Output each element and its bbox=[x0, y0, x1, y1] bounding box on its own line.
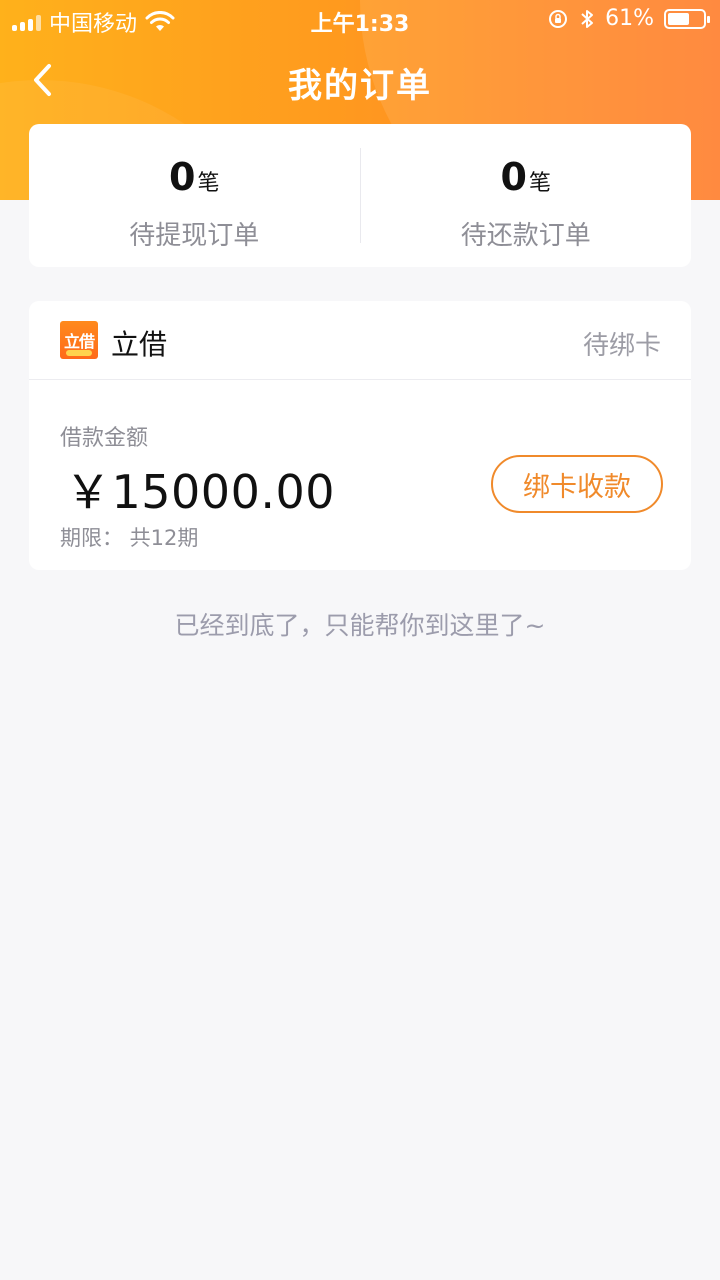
navigation-bar: 我的订单 bbox=[0, 44, 720, 116]
status-bar: 中国移动 上午1:33 61% bbox=[0, 0, 720, 40]
pending-repay-count: 0 bbox=[500, 155, 527, 199]
pending-repay-unit: 笔 bbox=[528, 171, 551, 196]
battery-icon bbox=[664, 8, 710, 29]
battery-percent: 61% bbox=[605, 6, 654, 31]
pending-repay-count-line: 0笔 bbox=[361, 154, 692, 207]
brand-logo: 立借 bbox=[60, 321, 98, 359]
battery-fill bbox=[668, 12, 689, 25]
pending-repay-summary[interactable]: 0笔 待还款订单 bbox=[361, 124, 692, 267]
status-right: 61% bbox=[547, 6, 710, 31]
order-summary-card: 0笔 待提现订单 0笔 待还款订单 bbox=[29, 124, 691, 267]
order-card[interactable]: 立借 立借 待绑卡 借款金额 ￥15000.00 期限： 共12期 绑卡收款 bbox=[29, 301, 691, 570]
pending-repay-label: 待还款订单 bbox=[460, 221, 591, 251]
bind-card-button[interactable]: 绑卡收款 bbox=[491, 455, 663, 513]
brand-logo-text: 立借 bbox=[63, 332, 95, 351]
pending-withdraw-count: 0 bbox=[169, 155, 196, 199]
page-title: 我的订单 bbox=[288, 66, 432, 106]
pending-withdraw-unit: 笔 bbox=[197, 171, 220, 196]
list-end-message: 已经到底了，只能帮你到这里了~ bbox=[174, 611, 546, 640]
pending-withdraw-summary[interactable]: 0笔 待提现订单 bbox=[29, 124, 360, 267]
order-card-header: 立借 立借 待绑卡 bbox=[29, 301, 691, 380]
pending-withdraw-count-line: 0笔 bbox=[29, 154, 360, 207]
brand-name: 立借 bbox=[111, 328, 168, 361]
coin-icon bbox=[66, 350, 92, 356]
loan-term: 期限： 共12期 bbox=[60, 526, 199, 550]
loan-amount-value: ￥15000.00 bbox=[65, 465, 335, 519]
orientation-lock-icon bbox=[549, 9, 568, 28]
loan-amount-label: 借款金额 bbox=[60, 426, 149, 451]
order-card-body: 借款金额 ￥15000.00 期限： 共12期 绑卡收款 bbox=[29, 380, 691, 570]
pending-withdraw-label: 待提现订单 bbox=[129, 221, 260, 251]
bluetooth-icon bbox=[581, 9, 594, 28]
order-status: 待绑卡 bbox=[582, 331, 661, 361]
